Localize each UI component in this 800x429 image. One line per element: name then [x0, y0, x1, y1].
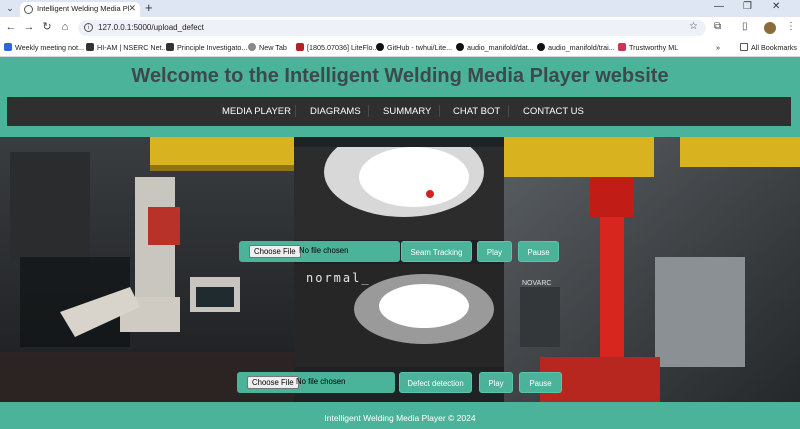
back-icon[interactable]: ← [4, 20, 18, 34]
bookmark-favicon-icon [296, 43, 304, 51]
bookmark-favicon-icon [166, 43, 174, 51]
tab-strip: ⌄ Intelligent Welding Media Playe ✕ + — … [0, 0, 800, 17]
footer-text: Intelligent Welding Media Player © 2024 [324, 413, 476, 423]
seam-tracking-controls: Choose File No file chosen Seam Tracking… [239, 241, 559, 262]
bookmark-item[interactable]: New Tab [248, 42, 287, 54]
page-body: Welcome to the Intelligent Welding Media… [0, 57, 800, 429]
file-upload-box: Choose File No file chosen [237, 372, 395, 393]
bookmark-item[interactable]: audio_manifold/trai... [537, 42, 615, 54]
video-label: normal_ [306, 271, 371, 285]
menu-icon[interactable]: ⋮ [786, 21, 796, 32]
novarc-sign-text: NOVARC [522, 280, 551, 287]
nav-divider [439, 105, 440, 117]
bookmark-favicon-icon [248, 43, 256, 51]
side-panel-icon[interactable]: ▯ [742, 21, 748, 32]
file-status: No file chosen [299, 246, 349, 255]
browser-tab[interactable]: Intelligent Welding Media Playe ✕ [20, 2, 140, 17]
bookmark-item[interactable]: Weekly meeting not... [4, 42, 84, 54]
close-tab-icon[interactable]: ✕ [128, 3, 136, 14]
pause-button[interactable]: Pause [518, 241, 559, 262]
new-tab-icon[interactable]: + [145, 0, 153, 15]
bookmark-item[interactable]: Trustworthy ML [618, 42, 678, 54]
defect-detection-controls: Choose File No file chosen Defect detect… [237, 372, 562, 393]
main-navbar: MEDIA PLAYER DIAGRAMS SUMMARY CHAT BOT C… [7, 97, 791, 126]
page-title: Welcome to the Intelligent Welding Media… [131, 65, 669, 87]
bookmark-favicon-icon [86, 43, 94, 51]
defect-detection-button[interactable]: Defect detection [399, 372, 472, 393]
profile-avatar[interactable] [764, 22, 776, 34]
nav-media-player[interactable]: MEDIA PLAYER [222, 106, 291, 117]
defect-detection-video[interactable]: normal_ [294, 264, 504, 367]
github-icon [456, 43, 464, 51]
bookmark-star-icon[interactable]: ☆ [689, 21, 698, 32]
seam-tracking-video[interactable] [294, 147, 504, 240]
nav-contact-us[interactable]: CONTACT US [523, 106, 584, 117]
all-bookmarks[interactable]: All Bookmarks [740, 42, 797, 54]
play-button[interactable]: Play [477, 241, 512, 262]
nav-summary[interactable]: SUMMARY [383, 106, 431, 117]
nav-diagrams[interactable]: DIAGRAMS [310, 106, 361, 117]
github-icon [537, 43, 545, 51]
bookmark-favicon-icon [4, 43, 12, 51]
tab-search-icon[interactable]: ⌄ [4, 2, 16, 14]
forward-icon[interactable]: → [22, 20, 36, 34]
bookmark-favicon-icon [618, 43, 626, 51]
tab-title: Intelligent Welding Media Playe [37, 4, 129, 13]
seam-tracking-frame [294, 147, 504, 240]
url-text[interactable]: 127.0.0.1:5000/upload_defect [98, 23, 204, 32]
bookmark-item[interactable]: [1805.07036] LiteFlo... [296, 42, 379, 54]
nav-divider [295, 105, 296, 117]
tracking-marker [426, 190, 434, 198]
more-bookmarks-icon[interactable]: » [716, 42, 720, 54]
pause-button[interactable]: Pause [519, 372, 562, 393]
nav-divider [508, 105, 509, 117]
seam-tracking-button[interactable]: Seam Tracking [401, 241, 472, 262]
home-icon[interactable]: ⌂ [58, 20, 72, 34]
file-status: No file chosen [296, 377, 346, 386]
github-icon [376, 43, 384, 51]
nav-divider [368, 105, 369, 117]
address-bar[interactable]: i 127.0.0.1:5000/upload_defect ☆ [78, 20, 706, 36]
browser-toolbar: ← → ↻ ⌂ i 127.0.0.1:5000/upload_defect ☆… [0, 17, 800, 39]
extensions-icon[interactable]: ⧉ [714, 21, 721, 32]
site-info-icon[interactable]: i [84, 23, 93, 32]
choose-file-button[interactable]: Choose File [247, 376, 299, 389]
bookmark-item[interactable]: Principle Investigato... [166, 42, 247, 54]
file-upload-box: Choose File No file chosen [239, 241, 400, 262]
close-window-icon[interactable]: ✕ [772, 1, 780, 12]
folder-icon [740, 43, 748, 51]
bookmarks-bar: Weekly meeting not... HI-AM | NSERC Net.… [0, 39, 800, 57]
bookmark-item[interactable]: GitHub - twhui/Lite... [376, 42, 452, 54]
play-button[interactable]: Play [479, 372, 513, 393]
reload-icon[interactable]: ↻ [40, 20, 54, 34]
bookmark-item[interactable]: HI-AM | NSERC Net... [86, 42, 168, 54]
defect-detection-frame: normal_ [294, 264, 504, 367]
choose-file-button[interactable]: Choose File [249, 245, 301, 258]
nav-chat-bot[interactable]: CHAT BOT [453, 106, 500, 117]
restore-icon[interactable]: ❐ [743, 1, 752, 12]
bookmark-item[interactable]: audio_manifold/dat... [456, 42, 534, 54]
globe-icon [24, 5, 33, 14]
minimize-icon[interactable]: — [714, 1, 724, 12]
